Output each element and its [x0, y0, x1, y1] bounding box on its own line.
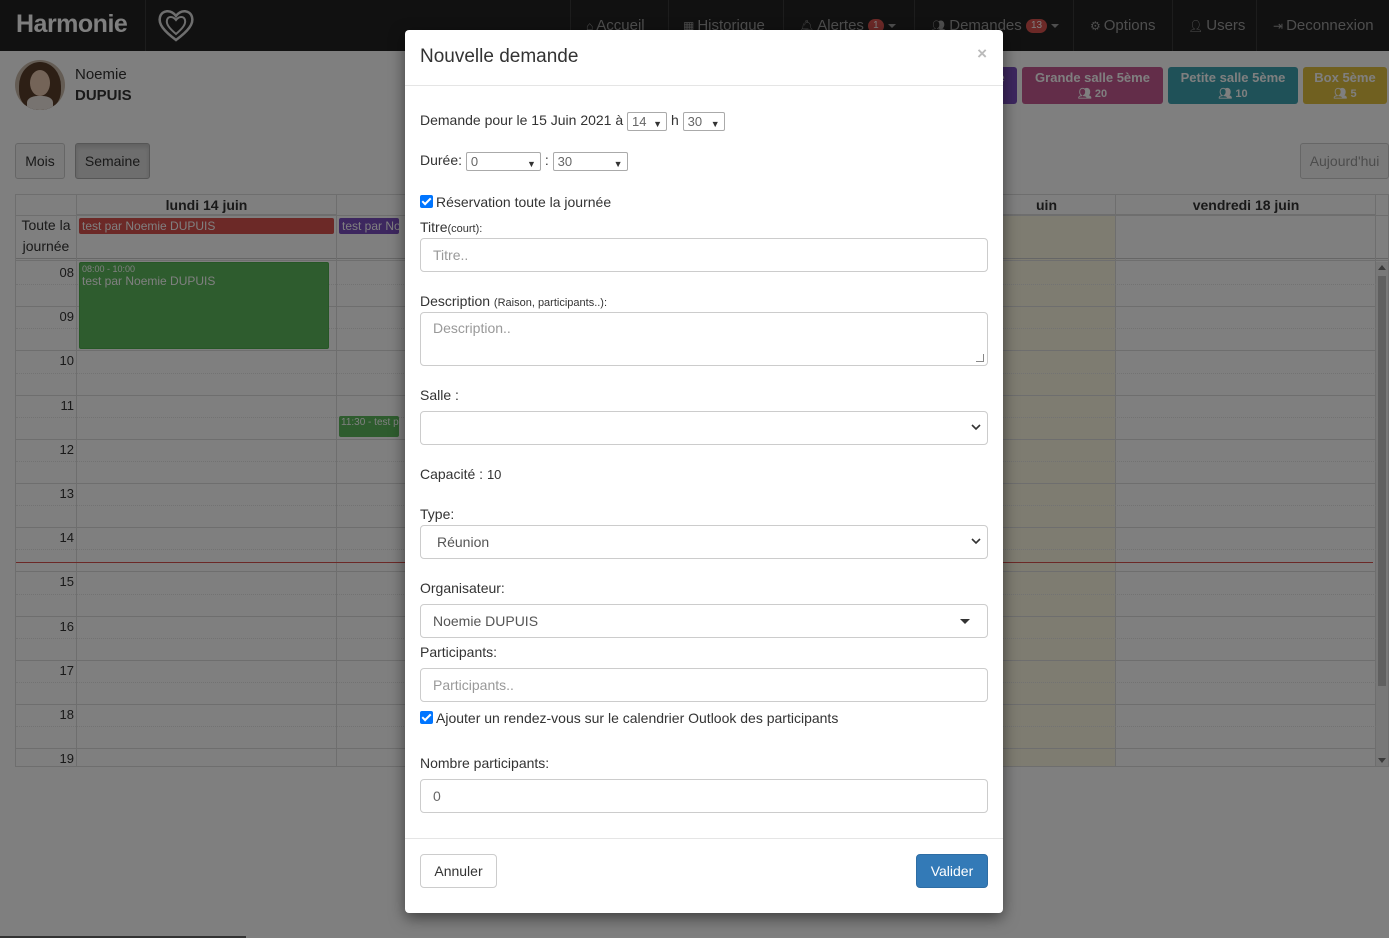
- duree-hours-select[interactable]: 0 ▼: [465, 152, 541, 171]
- description-label-text: Description: [420, 293, 491, 309]
- organisateur-label: Organisateur:: [420, 580, 505, 596]
- capacite-value: 10: [486, 467, 502, 482]
- demande-date-text: Demande pour le 15 Juin 2021 à: [420, 112, 624, 129]
- chevron-down-icon: ▼: [613, 159, 623, 169]
- divider: [405, 85, 1003, 86]
- allday-checkbox-label[interactable]: Réservation toute la journée: [436, 194, 611, 210]
- allday-checkbox[interactable]: [420, 195, 433, 208]
- salle-label: Salle :: [420, 387, 459, 403]
- resize-handle-icon[interactable]: [976, 354, 984, 362]
- participants-input[interactable]: Participants..: [420, 668, 988, 702]
- titre-input[interactable]: Titre..: [420, 238, 988, 272]
- duree-separator: :: [544, 152, 549, 169]
- nombre-participants-input[interactable]: 0: [420, 779, 988, 813]
- duree-label: Durée:: [420, 152, 463, 169]
- description-label: Description (Raison, participants..):: [420, 293, 607, 309]
- titre-hint: (court):: [447, 223, 483, 235]
- chevron-down-icon: ▼: [653, 119, 663, 129]
- caret-down-icon: [960, 619, 970, 624]
- chevron-down-icon: [971, 424, 981, 431]
- titre-label-text: Titre: [420, 219, 448, 235]
- nombre-participants-label: Nombre participants:: [420, 755, 550, 771]
- chevron-down-icon: [971, 538, 981, 545]
- hour-select[interactable]: 14 ▼: [627, 112, 668, 131]
- minute-value: 30: [687, 114, 703, 129]
- h-separator: h: [670, 112, 679, 129]
- organisateur-value: Noemie DUPUIS: [433, 613, 539, 629]
- cancel-button[interactable]: Annuler: [420, 854, 497, 888]
- capacite-label: Capacité :: [420, 466, 484, 482]
- hour-value: 14: [632, 114, 647, 129]
- submit-button[interactable]: Valider: [916, 854, 988, 888]
- type-value: Réunion: [437, 534, 490, 550]
- demande-date-row: Demande pour le 15 Juin 2021 à 14 ▼ h 30 ▼: [420, 112, 725, 131]
- minute-select[interactable]: 30 ▼: [682, 112, 725, 131]
- duree-minutes-value: 30: [557, 154, 573, 169]
- duree-row: Durée: 0 ▼ : 30 ▼: [420, 152, 628, 171]
- outlook-checkbox-label[interactable]: Ajouter un rendez-vous sur le calendrier…: [436, 710, 838, 726]
- organisateur-select[interactable]: Noemie DUPUIS: [420, 604, 988, 638]
- duree-minutes-select[interactable]: 30 ▼: [552, 152, 628, 171]
- participants-label: Participants:: [420, 644, 498, 660]
- close-icon[interactable]: ×: [977, 44, 987, 64]
- divider: [405, 838, 1003, 839]
- description-textarea[interactable]: Description..: [420, 312, 988, 366]
- type-label: Type:: [420, 506, 455, 522]
- chevron-down-icon: ▼: [527, 159, 536, 169]
- type-select[interactable]: Réunion: [420, 525, 988, 559]
- outlook-checkbox[interactable]: [420, 711, 433, 724]
- description-placeholder: Description..: [433, 320, 511, 336]
- new-request-modal: Nouvelle demande × Demande pour le 15 Ju…: [405, 30, 1003, 913]
- titre-label: Titre(court):: [420, 219, 482, 235]
- modal-title: Nouvelle demande: [420, 46, 579, 67]
- salle-select[interactable]: [420, 411, 988, 445]
- duree-hours-value: 0: [470, 154, 479, 169]
- description-hint: (Raison, participants..):: [493, 297, 608, 309]
- chevron-down-icon: ▼: [710, 119, 720, 129]
- capacite-row: Capacité : 10: [420, 466, 501, 482]
